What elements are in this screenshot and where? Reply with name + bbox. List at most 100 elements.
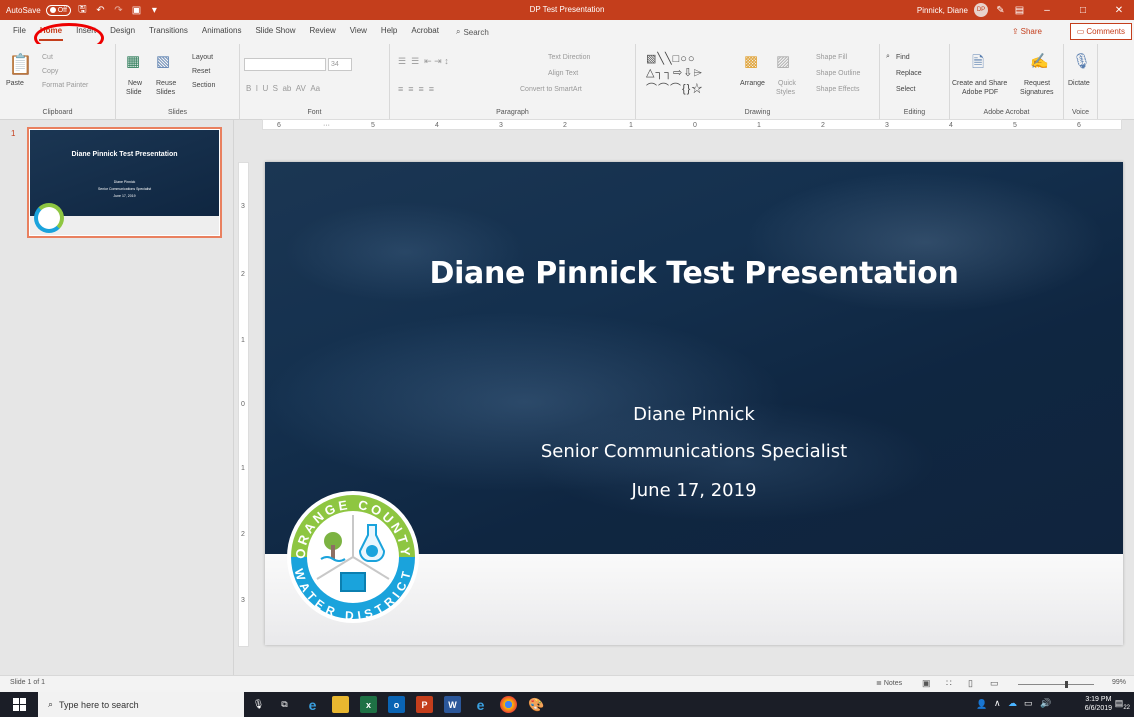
layout-button[interactable]: Layout bbox=[192, 54, 213, 61]
presenter-role[interactable]: Senior Communications Specialist bbox=[265, 441, 1123, 462]
zoom-level[interactable]: 99% bbox=[1112, 679, 1126, 686]
vertical-ruler[interactable]: 32 10 12 3 bbox=[238, 162, 249, 647]
reuse-slides-icon[interactable]: ▧ bbox=[156, 52, 170, 70]
slide-canvas[interactable]: Diane Pinnick Test Presentation Diane Pi… bbox=[265, 162, 1123, 645]
select-button[interactable]: Select bbox=[896, 86, 915, 93]
excel-icon[interactable]: x bbox=[360, 696, 377, 713]
replace-button[interactable]: Replace bbox=[896, 70, 922, 77]
request-signatures-icon[interactable]: ✍ bbox=[1030, 52, 1049, 70]
new-slide-label[interactable]: New bbox=[128, 80, 142, 87]
shapes-gallery-row2[interactable]: △┐┐⇨⇩⌲ bbox=[646, 66, 703, 80]
tab-view[interactable]: View bbox=[343, 20, 374, 44]
windows-start-icon[interactable] bbox=[0, 692, 38, 717]
create-pdf-icon[interactable]: 🗎 bbox=[972, 52, 984, 77]
powerpoint-icon[interactable]: P bbox=[416, 696, 433, 713]
pen-icon[interactable]: ✎ bbox=[994, 4, 1007, 17]
reading-view-icon[interactable]: ▯ bbox=[968, 678, 973, 689]
paste-button[interactable]: Paste bbox=[6, 80, 24, 87]
chrome-icon[interactable] bbox=[500, 696, 517, 713]
outlook-icon[interactable]: o bbox=[388, 696, 405, 713]
undo-icon[interactable]: ↶ bbox=[94, 4, 107, 17]
quick-styles-icon[interactable]: ▨ bbox=[776, 52, 790, 70]
create-share-pdf-button[interactable]: Create and Share bbox=[952, 80, 1007, 87]
new-slide-label-2[interactable]: Slide bbox=[126, 89, 142, 96]
arrange-icon[interactable]: ▩ bbox=[744, 52, 758, 70]
slide-thumbnail[interactable]: Diane Pinnick Test Presentation Diane Pi… bbox=[27, 127, 222, 238]
horizontal-ruler[interactable]: 6 ··· 54 32 10 12 34 56 bbox=[262, 119, 1122, 130]
slide-show-icon[interactable]: ▭ bbox=[990, 678, 999, 689]
font-size-box[interactable]: 34 bbox=[328, 58, 352, 71]
user-name[interactable]: Pinnick, Diane bbox=[917, 6, 968, 15]
paste-icon[interactable]: 📋 bbox=[8, 52, 33, 77]
find-button[interactable]: Find bbox=[896, 54, 910, 61]
shapes-gallery-row3[interactable]: ⌒⌒⌒{}☆ bbox=[646, 80, 703, 96]
ribbon-display-options-icon[interactable]: ▤ bbox=[1013, 4, 1026, 17]
format-painter-button[interactable]: Format Painter bbox=[42, 82, 88, 89]
network-icon[interactable]: ▭ bbox=[1024, 698, 1033, 709]
notification-center-icon[interactable]: ▤22 bbox=[1115, 698, 1130, 711]
request-signatures-button-2[interactable]: Signatures bbox=[1020, 89, 1053, 96]
font-name-box[interactable] bbox=[244, 58, 326, 71]
edge-browser-icon[interactable]: e bbox=[304, 696, 321, 713]
arrange-button[interactable]: Arrange bbox=[740, 80, 765, 87]
reset-button[interactable]: Reset bbox=[192, 68, 210, 75]
tell-me-search[interactable]: ⌕ Search bbox=[446, 27, 489, 37]
internet-explorer-icon[interactable]: e bbox=[472, 696, 489, 713]
save-icon[interactable]: 🖫 bbox=[76, 4, 89, 17]
zoom-slider-thumb[interactable] bbox=[1065, 681, 1069, 688]
dictate-button[interactable]: Dictate bbox=[1068, 80, 1090, 87]
orange-county-water-district-logo[interactable]: ORANGE COUNTY WATER DISTRICT bbox=[285, 489, 421, 625]
volume-icon[interactable]: 🔊 bbox=[1040, 698, 1051, 709]
align-text-button[interactable]: Align Text bbox=[548, 70, 578, 77]
redo-icon[interactable]: ↷ bbox=[112, 4, 125, 17]
tab-animations[interactable]: Animations bbox=[195, 20, 249, 44]
show-hidden-icons[interactable]: ∧ bbox=[994, 698, 1001, 709]
quick-styles-button[interactable]: Quick bbox=[778, 80, 796, 87]
autosave-toggle[interactable]: Off bbox=[45, 4, 71, 16]
copy-button[interactable]: Copy bbox=[42, 68, 58, 75]
presenter-name[interactable]: Diane Pinnick bbox=[265, 404, 1123, 425]
shape-outline-button[interactable]: Shape Outline bbox=[816, 70, 860, 77]
slide-title[interactable]: Diane Pinnick Test Presentation bbox=[265, 256, 1123, 291]
create-share-pdf-button-2[interactable]: Adobe PDF bbox=[962, 89, 998, 96]
close-button[interactable]: ✕ bbox=[1104, 0, 1134, 20]
comments-button[interactable]: ▭ Comments bbox=[1069, 23, 1132, 40]
font-format-buttons[interactable]: B I U S ab AV Aa bbox=[246, 84, 320, 93]
paint-icon[interactable]: 🎨 bbox=[528, 696, 545, 713]
tab-transitions[interactable]: Transitions bbox=[142, 20, 195, 44]
start-from-beginning-icon[interactable]: ▣ bbox=[130, 4, 143, 17]
tab-help[interactable]: Help bbox=[374, 20, 404, 44]
taskbar-search-box[interactable]: ⌕ Type here to search bbox=[38, 692, 244, 717]
convert-smartart-button[interactable]: Convert to SmartArt bbox=[520, 86, 582, 93]
shapes-gallery[interactable]: ▧╲╲□○○ bbox=[646, 52, 696, 65]
notes-button[interactable]: ≣ Notes bbox=[876, 679, 902, 687]
onedrive-icon[interactable]: ☁ bbox=[1008, 698, 1017, 709]
customize-quick-access-icon[interactable]: ▾ bbox=[148, 4, 161, 17]
shape-fill-button[interactable]: Shape Fill bbox=[816, 54, 847, 61]
microphone-icon[interactable]: 🎙 bbox=[1072, 52, 1091, 70]
request-signatures-button[interactable]: Request bbox=[1024, 80, 1050, 87]
bullets-icon[interactable]: ☰ ☰ ⇤ ⇥ ↕ bbox=[398, 56, 449, 67]
minimize-button[interactable]: – bbox=[1032, 0, 1062, 20]
shape-effects-button[interactable]: Shape Effects bbox=[816, 86, 859, 93]
cut-button[interactable]: Cut bbox=[42, 54, 53, 61]
tab-review[interactable]: Review bbox=[302, 20, 342, 44]
normal-view-icon[interactable]: ▣ bbox=[922, 678, 931, 689]
reuse-slides-label-2[interactable]: Slides bbox=[156, 89, 175, 96]
new-slide-icon[interactable]: ▦ bbox=[126, 52, 140, 70]
text-direction-button[interactable]: Text Direction bbox=[548, 54, 590, 61]
share-button[interactable]: ⇪ Share bbox=[1006, 23, 1048, 40]
tab-slide-show[interactable]: Slide Show bbox=[248, 20, 302, 44]
quick-styles-button-2[interactable]: Styles bbox=[776, 89, 795, 96]
section-button[interactable]: Section bbox=[192, 82, 215, 89]
tab-file[interactable]: File bbox=[6, 20, 33, 44]
maximize-button[interactable]: □ bbox=[1068, 0, 1098, 20]
align-icons[interactable]: ≡ ≡ ≡ ≡ bbox=[398, 84, 434, 94]
zoom-slider[interactable] bbox=[1018, 681, 1094, 688]
slide-sorter-icon[interactable]: ∷ bbox=[946, 678, 952, 689]
tab-acrobat[interactable]: Acrobat bbox=[404, 20, 446, 44]
reuse-slides-label[interactable]: Reuse bbox=[156, 80, 176, 87]
microphone-icon[interactable]: 🎙 bbox=[250, 696, 267, 713]
people-icon[interactable]: 👤 bbox=[976, 699, 987, 710]
word-icon[interactable]: W bbox=[444, 696, 461, 713]
